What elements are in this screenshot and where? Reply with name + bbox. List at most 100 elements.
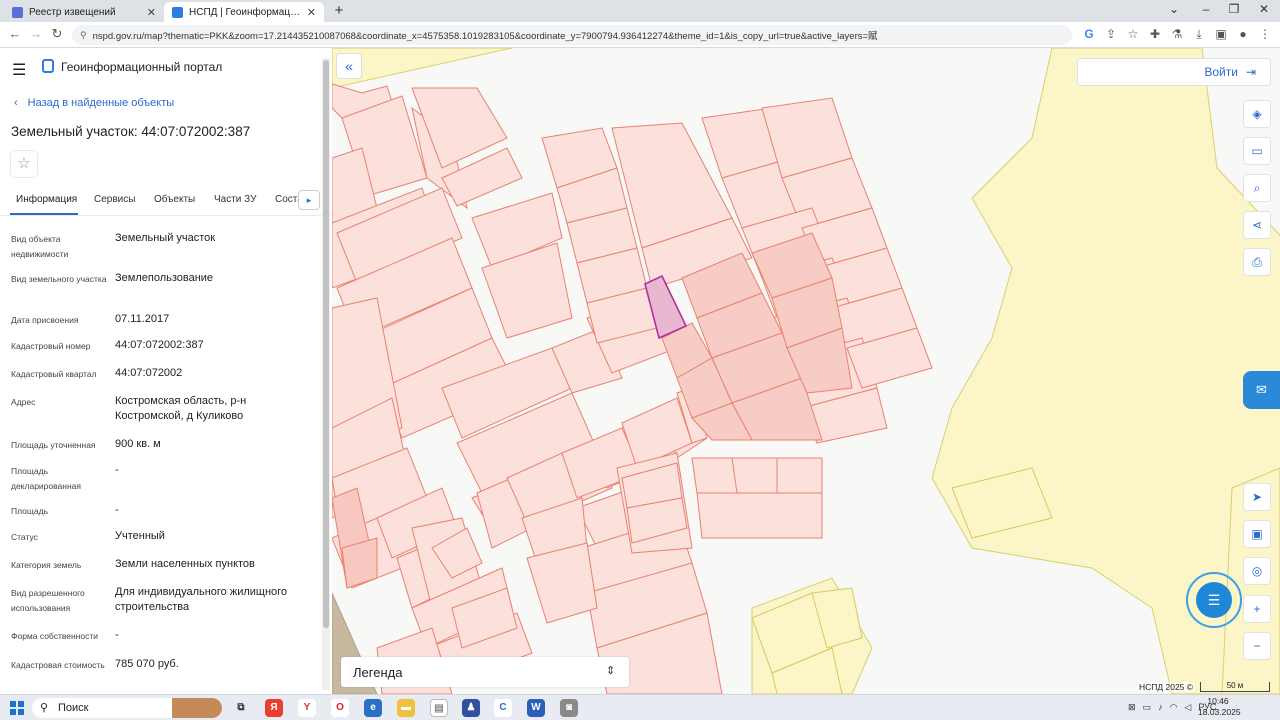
collapse-panel-button[interactable]: «: [336, 53, 362, 79]
tray-speaker-icon[interactable]: ◁: [1184, 702, 1191, 712]
forward-arrow-icon[interactable]: →: [27, 26, 45, 41]
map-scale: 50 м: [1200, 682, 1270, 692]
attr-value: 44:07:072002: [115, 367, 183, 379]
land-parcel: [776, 457, 823, 494]
side-panel-icon[interactable]: ▣: [1210, 27, 1232, 41]
legend-label: Легенда: [353, 665, 403, 680]
yandex-browser-icon[interactable]: Y: [298, 699, 316, 717]
hamburger-menu-icon[interactable]: ☰: [12, 60, 26, 80]
share-icon[interactable]: ⇪: [1100, 27, 1122, 41]
menu-kebab-icon[interactable]: ⋮: [1254, 27, 1276, 41]
tab-services[interactable]: Сервисы: [94, 194, 135, 205]
extensions-icon[interactable]: ✚: [1144, 27, 1166, 41]
star-icon: ☆: [17, 155, 31, 172]
windows-taskbar: ⚲ Поиск ⧉ Я Y O e ▬ ▤ ♟ C W ◙ ⊠ ▭ ♪ ◠ ◁ РУС 1…: [0, 694, 1280, 720]
word-icon[interactable]: W: [527, 699, 545, 717]
yandex-icon[interactable]: Я: [265, 699, 283, 717]
minus-icon: −: [1253, 639, 1261, 653]
tab-information[interactable]: Информация: [16, 194, 77, 205]
tab-search-chevron-icon[interactable]: ⌄: [1164, 2, 1184, 16]
registry-favicon-icon: [12, 6, 23, 18]
search-label: Поиск: [58, 702, 89, 714]
attr-label: Категория земель: [11, 560, 82, 570]
back-label: Назад в найденные объекты: [27, 97, 175, 109]
start-button[interactable]: [10, 701, 24, 715]
tab-parts[interactable]: Части ЗУ: [214, 194, 256, 205]
map-canvas[interactable]: [332, 48, 1280, 694]
browser-tab-notices[interactable]: Реестр извещений ✕: [4, 2, 164, 22]
tray-icon[interactable]: ⊠: [1128, 702, 1136, 712]
attr-label: Адрес: [11, 397, 36, 407]
area-search-button[interactable]: ⌕: [1243, 174, 1271, 202]
cadastral-map[interactable]: [332, 48, 1280, 694]
tab-label: Реестр извещений: [29, 6, 116, 18]
task-view-icon[interactable]: ⧉: [232, 699, 250, 717]
chrome-icon[interactable]: C: [494, 699, 512, 717]
tray-volume-icon[interactable]: ♪: [1158, 702, 1163, 712]
legend-dropdown[interactable]: Легенда ⇕: [341, 657, 629, 687]
attr-value: 785 070 руб.: [115, 658, 179, 670]
zoom-out-button[interactable]: −: [1243, 632, 1271, 660]
minimap-button[interactable]: ▣: [1243, 520, 1271, 548]
attr-label: Кадастровый номер: [11, 341, 91, 351]
panel-scrollbar[interactable]: [322, 58, 330, 690]
reload-icon[interactable]: ↻: [48, 26, 66, 42]
navigation-arrow-icon: ➤: [1251, 490, 1263, 504]
file-explorer-icon[interactable]: ▬: [397, 699, 415, 717]
login-button[interactable]: Войти ⇥: [1077, 58, 1271, 86]
new-tab-button[interactable]: +: [330, 2, 348, 19]
my-location-button[interactable]: ➤: [1243, 483, 1271, 511]
object-title: Земельный участок: 44:07:072002:387: [11, 124, 251, 139]
browser-toolbar: ← → ↻ ⚲ nspd.gov.ru/map?thematic=PKK&zoo…: [0, 22, 1280, 48]
edge-icon[interactable]: e: [364, 699, 382, 717]
close-window-button[interactable]: ✕: [1254, 2, 1274, 16]
minimize-button[interactable]: –: [1196, 2, 1216, 16]
url-text: nspd.gov.ru/map?thematic=PKK&zoom=17.214…: [92, 31, 878, 42]
clock[interactable]: 10:46 18.03.2025: [1198, 696, 1241, 718]
back-to-results-link[interactable]: ‹ Назад в найденные объекты: [14, 97, 174, 109]
attr-label: Площадь уточненная: [11, 440, 96, 450]
tray-wifi-icon[interactable]: ◠: [1170, 702, 1178, 712]
google-lens-icon[interactable]: G: [1078, 27, 1100, 41]
object-info-panel: ☰ Геоинформационный портал ‹ Назад в найд…: [0, 48, 332, 694]
zoom-in-button[interactable]: +: [1243, 595, 1271, 623]
notepad-icon[interactable]: ▤: [430, 699, 448, 717]
bookmark-star-icon[interactable]: ☆: [1122, 27, 1144, 41]
close-tab-icon[interactable]: ✕: [307, 6, 316, 19]
app-icon[interactable]: ♟: [462, 699, 480, 717]
minimap-icon: ▣: [1251, 527, 1263, 541]
layers-icon: ◈: [1252, 107, 1262, 121]
favorite-star-button[interactable]: ☆: [10, 150, 38, 178]
print-icon: ⎙: [1252, 255, 1262, 269]
attr-value: Земли населенных пунктов: [115, 558, 255, 570]
tabs-scroll-right-button[interactable]: ▸: [298, 190, 320, 210]
close-tab-icon[interactable]: ✕: [147, 6, 156, 19]
restore-button[interactable]: ❐: [1224, 2, 1244, 16]
photo-app-icon[interactable]: ◙: [560, 699, 578, 717]
chat-button[interactable]: ☰: [1186, 572, 1242, 628]
profile-icon[interactable]: ●: [1232, 27, 1254, 41]
layers-button[interactable]: ◈: [1243, 100, 1271, 128]
address-bar[interactable]: ⚲ nspd.gov.ru/map?thematic=PKK&zoom=17.2…: [72, 25, 1072, 45]
share-map-button[interactable]: ⋖: [1243, 211, 1271, 239]
browser-tab-nspd[interactable]: НСПД | Геоинформационный п ✕: [164, 2, 324, 22]
geo-point-button[interactable]: ◎: [1243, 557, 1271, 585]
scrollbar-thumb[interactable]: [323, 60, 329, 628]
print-button[interactable]: ⎙: [1243, 248, 1271, 276]
browser-tab-strip: Реестр извещений ✕ НСПД | Геоинформацион…: [0, 0, 1280, 22]
attr-label: Кадастровая стоимость: [11, 660, 105, 670]
login-icon: ⇥: [1245, 65, 1256, 79]
download-icon[interactable]: ⤓: [1188, 27, 1210, 42]
tab-objects[interactable]: Объекты: [154, 194, 195, 205]
clock-time: 10:46: [1207, 696, 1229, 706]
flask-icon[interactable]: ⚗: [1166, 27, 1188, 41]
tray-network-icon[interactable]: ▭: [1143, 702, 1152, 712]
back-arrow-icon[interactable]: ←: [6, 26, 24, 41]
site-info-icon[interactable]: ⚲: [80, 30, 87, 41]
ruler-button[interactable]: ▭: [1243, 137, 1271, 165]
feedback-side-tab[interactable]: ✉: [1243, 371, 1280, 409]
opera-icon[interactable]: O: [331, 699, 349, 717]
feedback-icon: ✉: [1256, 382, 1267, 397]
land-parcel: [696, 492, 823, 539]
clock-date: 18.03.2025: [1198, 707, 1241, 717]
